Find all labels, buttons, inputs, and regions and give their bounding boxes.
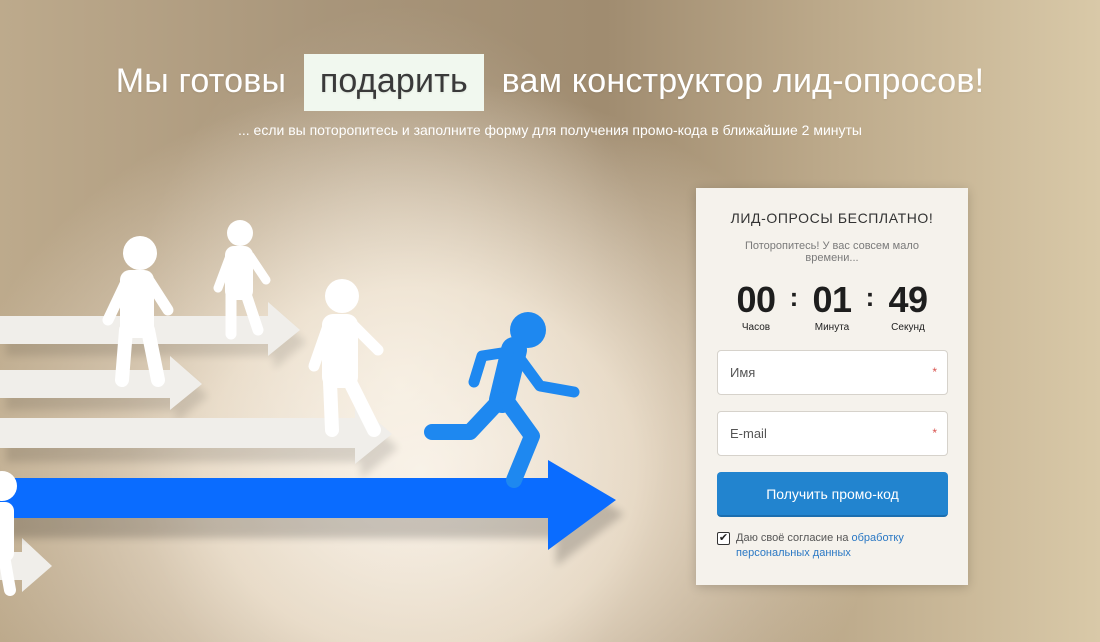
email-input[interactable] bbox=[730, 426, 920, 441]
timer-minutes-value: 01 bbox=[812, 279, 852, 320]
white-person-3 bbox=[308, 279, 384, 437]
timer-separator: : bbox=[789, 282, 799, 312]
timer-hours: 00 Часов bbox=[727, 279, 785, 334]
form-title: ЛИД-ОПРОСЫ БЕСПЛАТНО! bbox=[730, 210, 934, 226]
blue-arrow bbox=[0, 460, 624, 566]
email-field[interactable]: * bbox=[717, 411, 948, 456]
consent-text: Даю своё согласие на обработку персональ… bbox=[736, 531, 947, 561]
timer-hours-value: 00 bbox=[736, 279, 776, 320]
white-arrow-2 bbox=[0, 356, 208, 422]
get-promo-code-button[interactable]: Получить промо-код bbox=[717, 472, 948, 517]
runners-illustration bbox=[0, 220, 624, 596]
timer-seconds-value: 49 bbox=[888, 279, 928, 320]
white-person-1 bbox=[102, 236, 174, 387]
name-field[interactable]: * bbox=[717, 350, 948, 395]
headline-part-2: вам конструктор лид-опросов! bbox=[501, 62, 985, 100]
headline-part-1: Мы готовы bbox=[115, 62, 287, 100]
page-headline: Мы готовы подарить вам конструктор лид-о… bbox=[0, 54, 1100, 111]
required-asterisk: * bbox=[932, 426, 937, 440]
timer-minutes: 01 Минута bbox=[803, 279, 861, 334]
promo-form-card: ЛИД-ОПРОСЫ БЕСПЛАТНО! Поторопитесь! У ва… bbox=[696, 188, 968, 585]
timer-seconds: 49 Секунд bbox=[879, 279, 937, 334]
headline-highlight: подарить bbox=[303, 54, 484, 111]
form-subtitle: Поторопитесь! У вас совсем мало времени.… bbox=[744, 240, 919, 264]
timer-hours-label: Часов bbox=[741, 322, 771, 333]
page-subheadline: ... если вы поторопитесь и заполните фор… bbox=[237, 122, 862, 138]
consent-row: ✔ Даю своё согласие на обработку персона… bbox=[717, 531, 947, 561]
consent-checkbox[interactable]: ✔ bbox=[717, 532, 730, 545]
timer-separator: : bbox=[865, 282, 875, 312]
required-asterisk: * bbox=[932, 365, 937, 379]
blue-runner bbox=[424, 312, 580, 488]
consent-label: Даю своё согласие на bbox=[736, 532, 849, 544]
name-input[interactable] bbox=[730, 365, 920, 380]
timer-seconds-label: Секунд bbox=[891, 322, 925, 333]
timer-minutes-label: Минута bbox=[814, 322, 850, 333]
countdown-timer: 00 Часов : 01 Минута : 49 Секунд bbox=[717, 282, 947, 336]
